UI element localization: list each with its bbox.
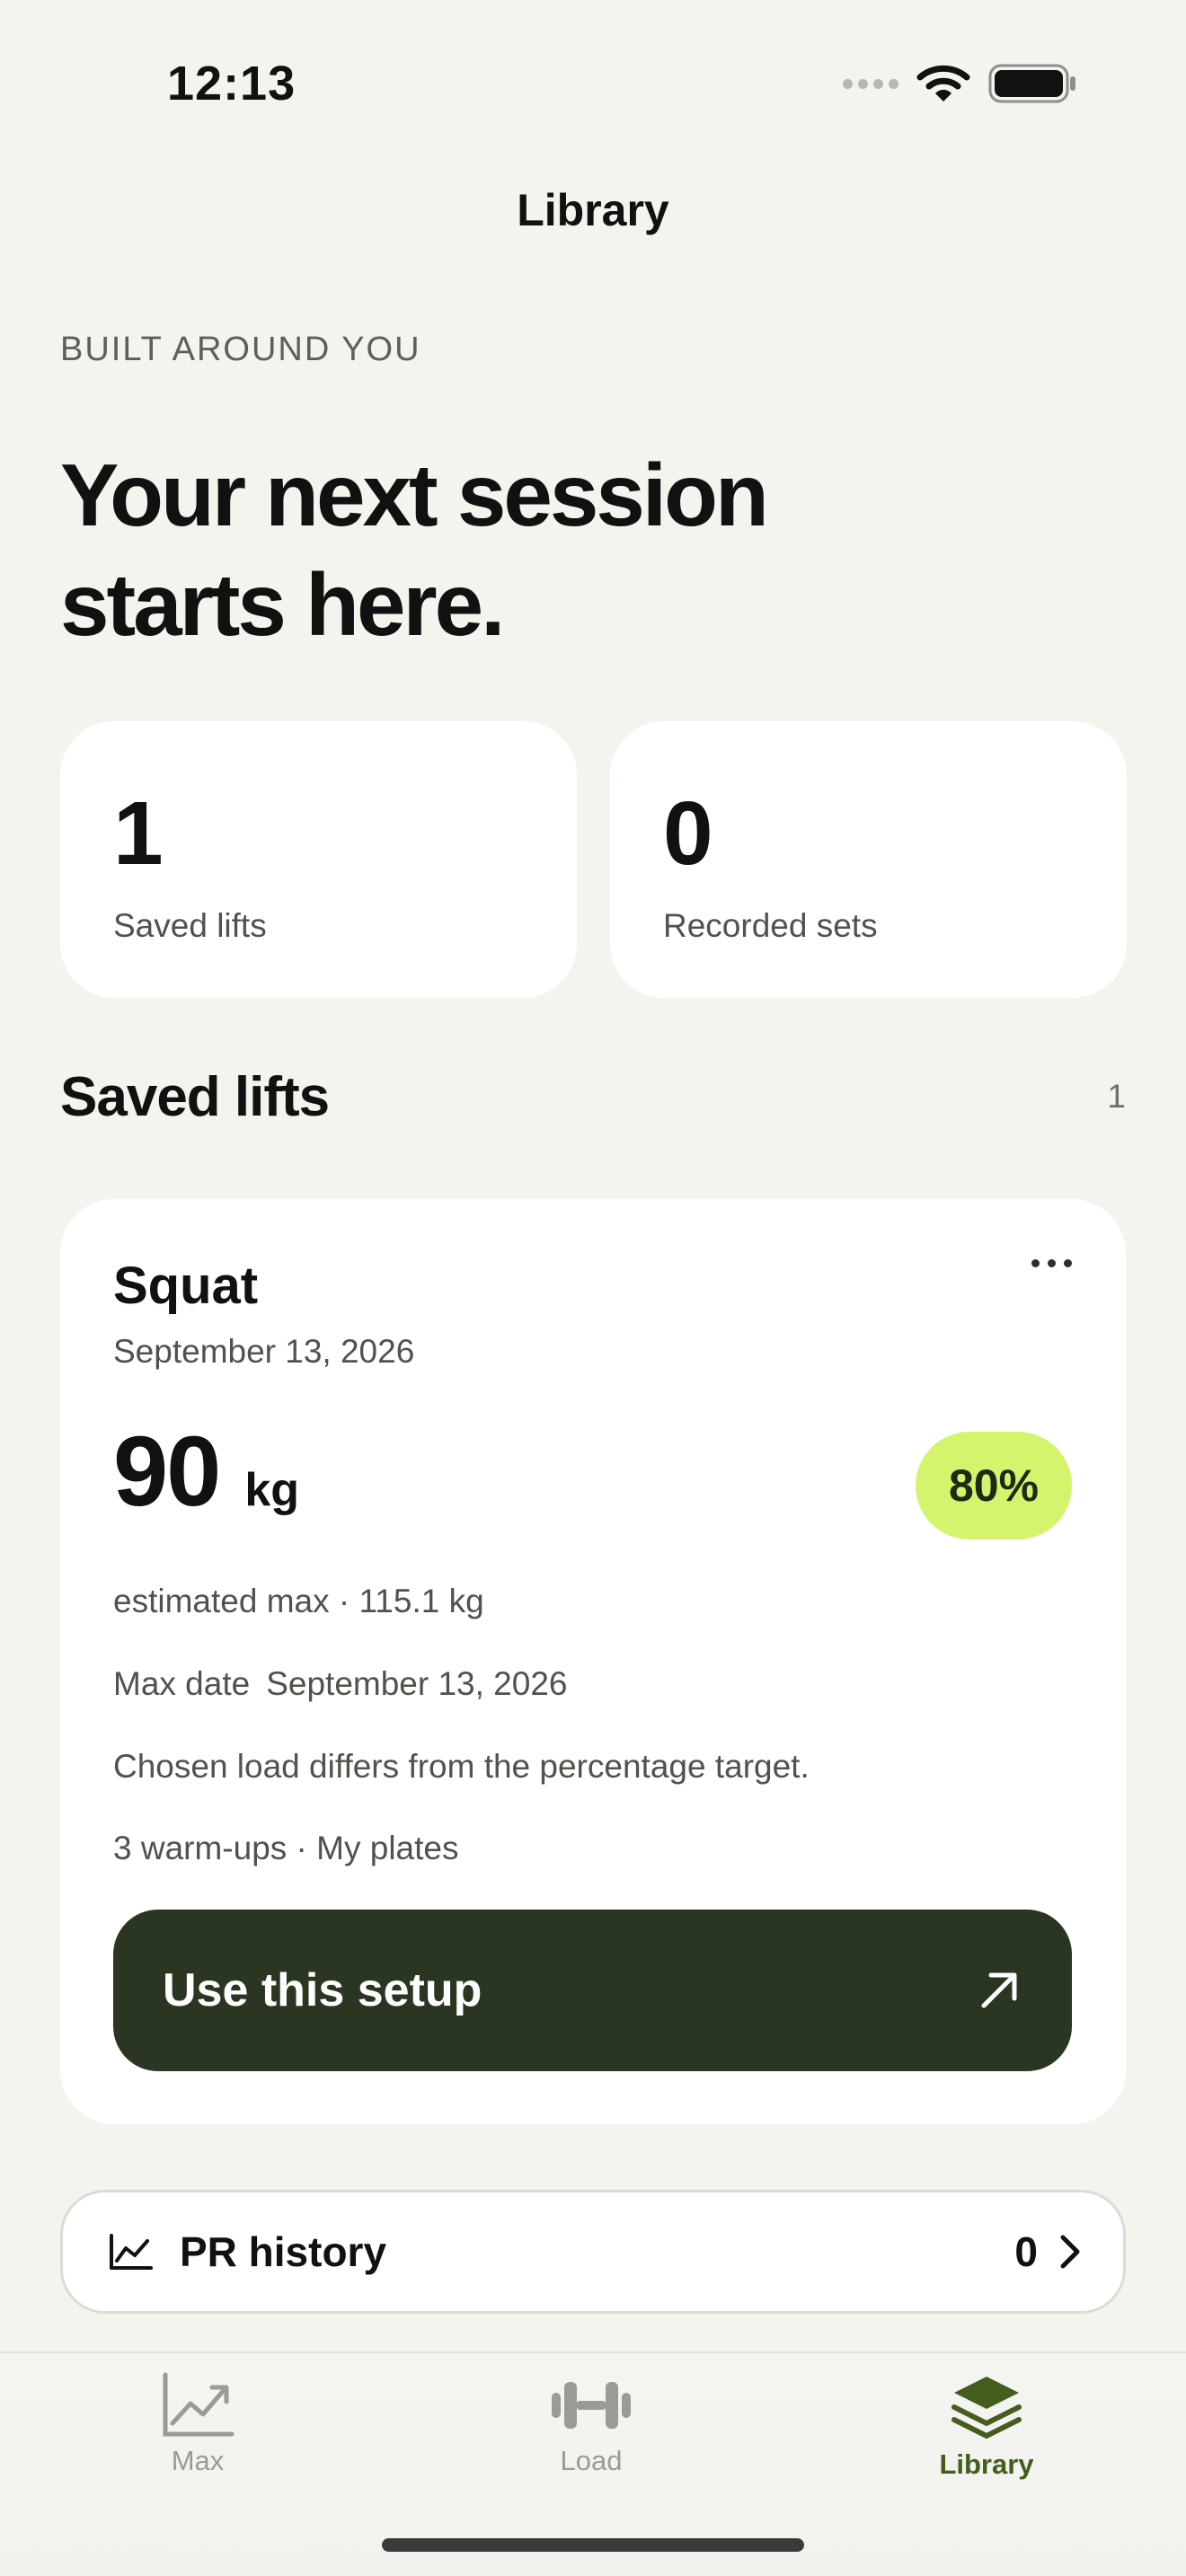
warmups-info: 3 warm-ups · My plates bbox=[113, 1830, 459, 1866]
status-icons bbox=[843, 63, 1078, 104]
percent-badge: 80% bbox=[916, 1432, 1072, 1539]
lift-note: Chosen load differs from the percentage … bbox=[113, 1748, 810, 1785]
lift-weight-unit: kg bbox=[244, 1464, 300, 1516]
pr-history-label: PR history bbox=[180, 2228, 387, 2275]
hero-headline-line1: Your next session bbox=[60, 446, 769, 544]
tab-label: Library bbox=[939, 2448, 1034, 2480]
hero-eyebrow: BUILT AROUND YOU bbox=[60, 331, 421, 368]
section-title-saved-lifts: Saved lifts bbox=[60, 1066, 330, 1128]
lift-weight: 90 kg bbox=[113, 1415, 299, 1529]
use-this-setup-button[interactable]: Use this setup bbox=[113, 1910, 1072, 2071]
max-date-value: September 13, 2026 bbox=[266, 1665, 568, 1702]
stat-label: Recorded sets bbox=[663, 907, 878, 944]
estimated-max: estimated max · 115.1 kg bbox=[113, 1583, 484, 1619]
max-date: Max date September 13, 2026 bbox=[113, 1665, 568, 1703]
stat-card-saved-lifts: 1 Saved lifts bbox=[60, 721, 577, 998]
dumbbell-icon bbox=[552, 2382, 631, 2429]
stat-value: 1 bbox=[113, 783, 164, 884]
chart-line-icon bbox=[110, 2234, 153, 2270]
hero-headline-line2: starts here. bbox=[60, 555, 505, 654]
stat-card-recorded-sets: 0 Recorded sets bbox=[610, 721, 1127, 998]
section-count: 1 bbox=[1107, 1078, 1126, 1115]
wifi-icon bbox=[916, 65, 970, 101]
pr-history-count: 0 bbox=[1014, 2228, 1038, 2275]
status-time: 12:13 bbox=[167, 57, 296, 110]
tab-library[interactable]: Library bbox=[879, 2371, 1094, 2481]
hero-headline: Your next session starts here. bbox=[60, 440, 959, 659]
cellular-signal-icon bbox=[843, 78, 898, 89]
nav-title: Library bbox=[517, 185, 669, 235]
lift-weight-value: 90 bbox=[113, 1416, 221, 1527]
pr-history-row[interactable]: PR history 0 bbox=[60, 2190, 1126, 2314]
tab-load[interactable]: Load bbox=[483, 2371, 699, 2477]
use-this-setup-label: Use this setup bbox=[163, 1964, 482, 2016]
lift-name: Squat bbox=[113, 1257, 259, 1315]
arrow-up-right-icon bbox=[981, 1972, 1017, 2008]
tab-max[interactable]: Max bbox=[90, 2371, 305, 2477]
home-indicator[interactable] bbox=[382, 2538, 804, 2552]
chart-line-icon bbox=[163, 2372, 235, 2437]
lift-date: September 13, 2026 bbox=[113, 1333, 415, 1370]
tab-label: Load bbox=[560, 2445, 623, 2476]
battery-icon bbox=[988, 64, 1075, 103]
tab-label: Max bbox=[171, 2445, 225, 2476]
stat-label: Saved lifts bbox=[113, 907, 267, 944]
chevron-right-icon bbox=[1060, 2235, 1080, 2269]
stat-value: 0 bbox=[663, 783, 713, 884]
stack-layers-icon bbox=[951, 2377, 1022, 2439]
max-date-label: Max date bbox=[113, 1665, 251, 1702]
more-options-icon[interactable] bbox=[1024, 1250, 1078, 1275]
library-screen: 12:13 Library BUILT AROUND YOU Your next… bbox=[0, 0, 1186, 2576]
